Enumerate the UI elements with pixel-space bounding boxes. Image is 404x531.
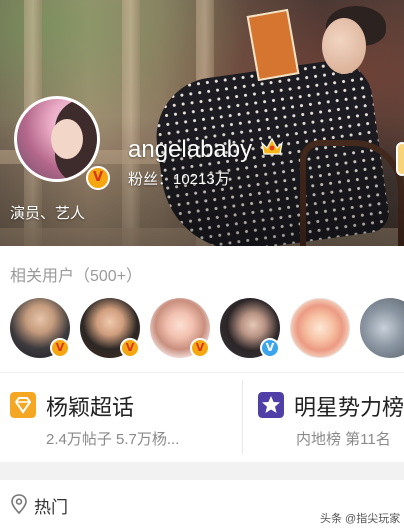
watermark-text: 头条 @指尖玩家	[320, 513, 401, 525]
profile-username: angelababy	[128, 136, 253, 163]
fans-count: 粉丝：10213万	[128, 171, 230, 188]
card-title: 杨颖超话	[46, 395, 135, 420]
verified-badge-icon: V	[86, 166, 110, 190]
section-gap	[0, 462, 404, 480]
related-users-list[interactable]: V V V V	[0, 298, 404, 360]
related-user-avatar[interactable]	[360, 298, 404, 358]
star-ranking-card[interactable]: 明星势力榜 内地榜 第11名	[244, 376, 404, 458]
location-pin-icon	[11, 494, 27, 514]
card-title: 明星势力榜	[294, 395, 404, 420]
super-topic-card[interactable]: 杨颖超话 2.4万帖子 5.7万杨...	[0, 376, 242, 458]
banner-figure-face	[322, 18, 366, 74]
card-subtitle: 2.4万帖子 5.7万杨...	[46, 431, 180, 448]
verified-badge-icon: V	[190, 338, 210, 358]
profile-roles: 演员、艺人	[10, 205, 86, 222]
side-tab-handle[interactable]	[396, 142, 404, 176]
related-user-avatar[interactable]	[290, 298, 350, 358]
card-separator	[242, 380, 243, 454]
star-icon	[258, 392, 284, 418]
diamond-icon	[10, 392, 36, 418]
section-divider	[0, 372, 404, 373]
verified-badge-icon: V	[260, 338, 280, 358]
hot-section-label: 热门	[34, 498, 68, 517]
verified-badge-icon: V	[120, 338, 140, 358]
verified-badge-icon: V	[50, 338, 70, 358]
profile-avatar[interactable]	[14, 96, 100, 182]
related-users-title: 相关用户（500+）	[10, 268, 143, 285]
card-subtitle: 内地榜 第11名	[296, 431, 391, 448]
avatar-face	[51, 119, 83, 159]
crown-icon	[261, 137, 283, 155]
